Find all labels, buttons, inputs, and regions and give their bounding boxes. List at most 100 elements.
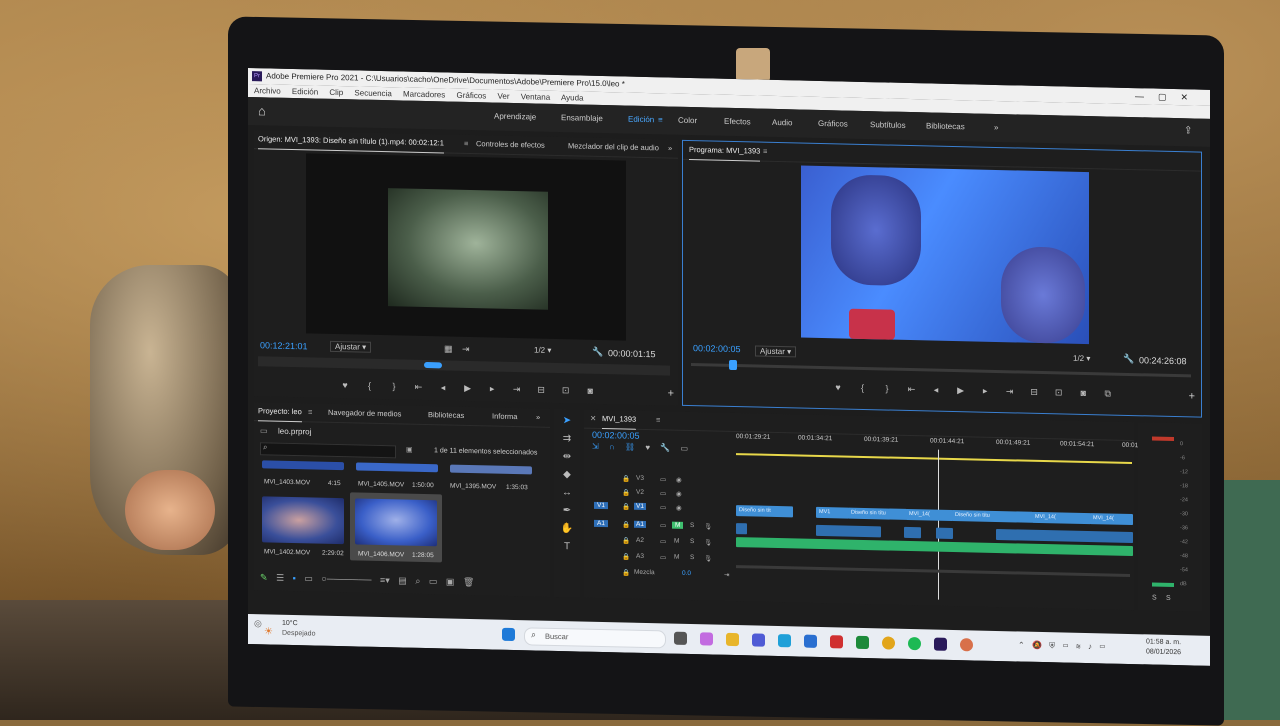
tab-project[interactable]: Proyecto: leo: [258, 402, 302, 423]
mute-button[interactable]: M: [672, 521, 684, 529]
close-button[interactable]: ✕: [1180, 92, 1202, 102]
mark-out-icon[interactable]: }: [876, 383, 898, 393]
timeline-playhead[interactable]: [938, 449, 939, 600]
wrench-icon[interactable]: 🔧: [1123, 354, 1134, 365]
add-marker-icon[interactable]: ♥: [827, 382, 849, 392]
settings-icon[interactable]: ▦: [444, 343, 453, 354]
battery-icon[interactable]: ▭: [1099, 642, 1105, 651]
ripple-edit-tool-icon[interactable]: ⇹: [554, 451, 580, 470]
freeform-view-icon[interactable]: ▭: [304, 573, 313, 583]
eye-icon[interactable]: ◉: [676, 476, 682, 484]
program-playhead-timecode[interactable]: 00:02:00:05: [693, 343, 741, 354]
insert-icon[interactable]: ⊟: [530, 384, 552, 395]
menu-ver[interactable]: Ver: [498, 92, 510, 101]
clock-time[interactable]: 01:58 a. m.: [1146, 638, 1181, 646]
sync-lock-icon[interactable]: ▭: [660, 521, 666, 529]
solo-button[interactable]: S: [690, 538, 694, 545]
mark-out-icon[interactable]: }: [383, 381, 405, 391]
step-back-icon[interactable]: ◂: [432, 382, 454, 393]
source-scrubber[interactable]: [258, 356, 670, 376]
thumbnail-mvi-1395[interactable]: [450, 464, 532, 475]
play-icon[interactable]: ▶: [457, 383, 479, 394]
clip-v1[interactable]: Diseño sin títu: [848, 507, 907, 520]
add-button-icon[interactable]: +: [1189, 390, 1195, 402]
automate-icon[interactable]: ▤: [398, 575, 407, 585]
go-to-out-icon[interactable]: ⇥: [999, 386, 1021, 397]
project-search-input[interactable]: ⌕: [260, 442, 396, 459]
menu-archivo[interactable]: Archivo: [254, 86, 281, 96]
workspace-bibliotecas[interactable]: Bibliotecas: [926, 121, 965, 131]
chevron-up-icon[interactable]: ⌃: [1018, 640, 1025, 649]
zoom-slider[interactable]: ○───────: [321, 574, 371, 585]
weather-temp[interactable]: 10°C: [282, 620, 298, 627]
menu-marcadores[interactable]: Marcadores: [403, 90, 445, 100]
timeline-tab-menu-icon[interactable]: ≡: [656, 411, 660, 429]
new-item-icon[interactable]: ▣: [446, 576, 455, 586]
display-icon[interactable]: ▭: [1062, 641, 1068, 650]
go-to-in-icon[interactable]: ⇤: [408, 382, 430, 393]
source-resolution-dropdown[interactable]: 1/2 ▾: [530, 345, 555, 355]
menu-edicion[interactable]: Edición: [292, 87, 318, 97]
clip-v1[interactable]: MVI_14(: [1032, 511, 1091, 525]
project-tabs-more-button[interactable]: »: [536, 409, 540, 427]
track-name[interactable]: V1: [634, 502, 646, 511]
razor-tool-icon[interactable]: ◆: [554, 469, 580, 488]
widgets-icon[interactable]: ◎: [254, 618, 262, 629]
program-scrubber[interactable]: [691, 359, 1191, 378]
source-playhead-timecode[interactable]: 00:12:21:01: [260, 340, 308, 351]
program-fit-dropdown[interactable]: Ajustar ▾: [755, 345, 797, 358]
notifications-off-icon[interactable]: 🔕: [1032, 641, 1042, 650]
microphone-icon[interactable]: 🎙: [704, 538, 712, 546]
clip-v1[interactable]: MVI_14(: [906, 508, 953, 521]
go-to-end-icon[interactable]: ⇥: [724, 571, 729, 579]
lock-icon[interactable]: 🔒: [622, 488, 630, 496]
play-icon[interactable]: ▶: [950, 385, 972, 396]
store-icon[interactable]: [804, 634, 817, 648]
program-playhead-marker[interactable]: [729, 359, 737, 371]
add-button-icon[interactable]: +: [668, 388, 674, 400]
comparison-view-icon[interactable]: ⧉: [1097, 388, 1119, 399]
copilot-icon[interactable]: [700, 632, 713, 646]
export-frame-icon[interactable]: ◙: [1072, 388, 1094, 398]
thumbnail-mvi-1403[interactable]: [262, 460, 344, 471]
solo-right-button[interactable]: S: [1166, 595, 1171, 602]
clip-a1[interactable]: [936, 527, 953, 539]
microphone-icon[interactable]: 🎙: [704, 522, 712, 530]
close-tab-icon[interactable]: ✕: [590, 410, 596, 428]
clip-a1[interactable]: [736, 523, 747, 535]
lift-icon[interactable]: ⊟: [1023, 387, 1045, 398]
tab-program[interactable]: Programa: MVI_1393: [689, 141, 761, 162]
home-icon[interactable]: ⌂: [258, 103, 266, 118]
chrome-profile-icon[interactable]: [960, 638, 973, 652]
eye-icon[interactable]: ◉: [676, 504, 682, 512]
step-forward-icon[interactable]: ▸: [481, 383, 503, 394]
weather-desc[interactable]: Despejado: [282, 630, 315, 638]
clip-v1[interactable]: Diseño sin títu: [952, 509, 1033, 523]
linked-selection-icon[interactable]: ⛓: [625, 443, 635, 452]
premiere-taskbar-icon[interactable]: [934, 637, 947, 651]
program-resolution-dropdown[interactable]: 1/2 ▾: [1069, 354, 1094, 364]
tab-sequence[interactable]: MVI_1393: [602, 410, 637, 430]
tab-media-browser[interactable]: Navegador de medios: [328, 404, 401, 424]
sync-lock-icon[interactable]: ▭: [660, 537, 666, 545]
menu-clip[interactable]: Clip: [329, 88, 343, 97]
volume-icon[interactable]: ♪: [1088, 642, 1092, 651]
edge-icon[interactable]: [778, 634, 791, 648]
eye-icon[interactable]: ◉: [676, 490, 682, 498]
mark-in-icon[interactable]: {: [852, 383, 874, 393]
mute-button[interactable]: M: [674, 538, 679, 545]
clip-a1[interactable]: [816, 524, 881, 538]
lock-icon[interactable]: 🔒: [622, 474, 630, 482]
source-playhead-marker[interactable]: [424, 361, 442, 369]
mark-in-icon[interactable]: {: [359, 381, 381, 391]
chrome-icon[interactable]: [882, 636, 895, 650]
step-forward-icon[interactable]: ▸: [974, 385, 996, 396]
clock-date[interactable]: 08/01/2026: [1146, 648, 1181, 656]
start-menu-icon[interactable]: [502, 627, 515, 642]
extract-icon[interactable]: ⊡: [1048, 387, 1070, 398]
lock-icon[interactable]: 🔒: [622, 568, 630, 576]
lock-icon[interactable]: 🔒: [622, 520, 630, 528]
source-tab-menu-icon[interactable]: ≡: [464, 135, 468, 153]
tab-source[interactable]: Origen: MVI_1393: Diseño sin título (1).…: [258, 130, 444, 154]
maximize-button[interactable]: ▢: [1158, 92, 1181, 103]
